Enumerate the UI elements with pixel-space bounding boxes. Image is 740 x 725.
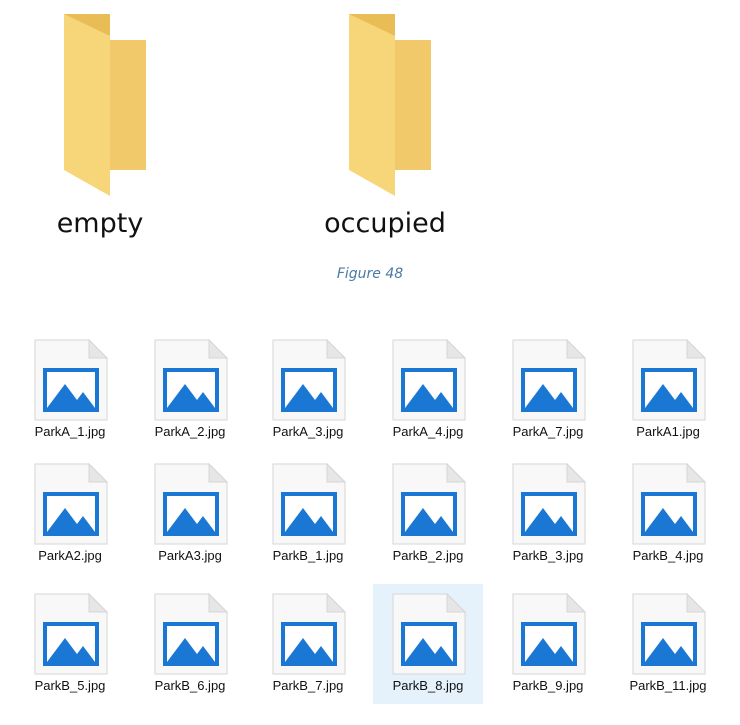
image-file-icon xyxy=(154,338,229,421)
file-item[interactable]: ParkB_1.jpg xyxy=(253,454,363,574)
image-file-icon xyxy=(632,338,707,421)
image-file-icon xyxy=(632,592,707,675)
file-item[interactable]: ParkA1.jpg xyxy=(613,330,723,450)
file-item[interactable]: ParkA3.jpg xyxy=(135,454,245,574)
image-file-icon xyxy=(512,338,587,421)
file-item[interactable]: ParkB_5.jpg xyxy=(15,584,125,704)
folder-label: occupied xyxy=(324,208,446,239)
file-name: ParkA_7.jpg xyxy=(512,424,584,439)
file-item[interactable]: ParkA_2.jpg xyxy=(135,330,245,450)
folder-icon xyxy=(349,14,431,196)
file-name: ParkB_8.jpg xyxy=(392,678,464,693)
file-name: ParkB_9.jpg xyxy=(512,678,584,693)
image-file-icon xyxy=(34,338,109,421)
folder-occupied[interactable]: occupied xyxy=(295,10,475,250)
file-item-selected[interactable]: ParkB_8.jpg xyxy=(373,584,483,704)
file-item[interactable]: ParkA2.jpg xyxy=(15,454,125,574)
folder-icon xyxy=(64,14,146,196)
file-item[interactable]: ParkA_4.jpg xyxy=(373,330,483,450)
file-name: ParkB_11.jpg xyxy=(629,678,707,693)
folder-empty[interactable]: empty xyxy=(10,10,190,250)
image-file-icon xyxy=(272,592,347,675)
file-name: ParkB_6.jpg xyxy=(154,678,226,693)
file-name: ParkA_2.jpg xyxy=(154,424,226,439)
file-item[interactable]: ParkB_7.jpg xyxy=(253,584,363,704)
figure-caption: Figure 48 xyxy=(336,266,404,282)
file-name: ParkB_1.jpg xyxy=(272,548,344,563)
image-file-icon xyxy=(632,462,707,545)
image-file-icon xyxy=(512,592,587,675)
file-item[interactable]: ParkA_1.jpg xyxy=(15,330,125,450)
image-file-icon xyxy=(392,592,467,675)
file-name: ParkB_7.jpg xyxy=(272,678,344,693)
image-file-icon xyxy=(392,462,467,545)
file-name: ParkB_4.jpg xyxy=(632,548,704,563)
file-item[interactable]: ParkB_11.jpg xyxy=(613,584,723,704)
folder-area: empty occupied xyxy=(0,0,740,260)
file-item[interactable]: ParkB_6.jpg xyxy=(135,584,245,704)
file-name: ParkA_3.jpg xyxy=(272,424,344,439)
file-item[interactable]: ParkA_3.jpg xyxy=(253,330,363,450)
image-file-icon xyxy=(272,462,347,545)
file-name: ParkA1.jpg xyxy=(636,424,700,439)
folder-label: empty xyxy=(56,208,144,239)
file-name: ParkB_2.jpg xyxy=(392,548,464,563)
file-item[interactable]: ParkB_3.jpg xyxy=(493,454,603,574)
file-name: ParkB_3.jpg xyxy=(512,548,584,563)
image-file-icon xyxy=(392,338,467,421)
file-item[interactable]: ParkB_9.jpg xyxy=(493,584,603,704)
file-item[interactable]: ParkB_2.jpg xyxy=(373,454,483,574)
image-file-icon xyxy=(34,462,109,545)
image-file-icon xyxy=(34,592,109,675)
image-file-icon xyxy=(154,592,229,675)
file-item[interactable]: ParkA_7.jpg xyxy=(493,330,603,450)
image-file-icon xyxy=(154,462,229,545)
image-file-icon xyxy=(272,338,347,421)
file-name: ParkA3.jpg xyxy=(158,548,222,563)
file-name: ParkB_5.jpg xyxy=(34,678,106,693)
image-file-icon xyxy=(512,462,587,545)
file-name: ParkA_1.jpg xyxy=(34,424,106,439)
file-name: ParkA2.jpg xyxy=(38,548,102,563)
file-item[interactable]: ParkB_4.jpg xyxy=(613,454,723,574)
file-name: ParkA_4.jpg xyxy=(392,424,464,439)
